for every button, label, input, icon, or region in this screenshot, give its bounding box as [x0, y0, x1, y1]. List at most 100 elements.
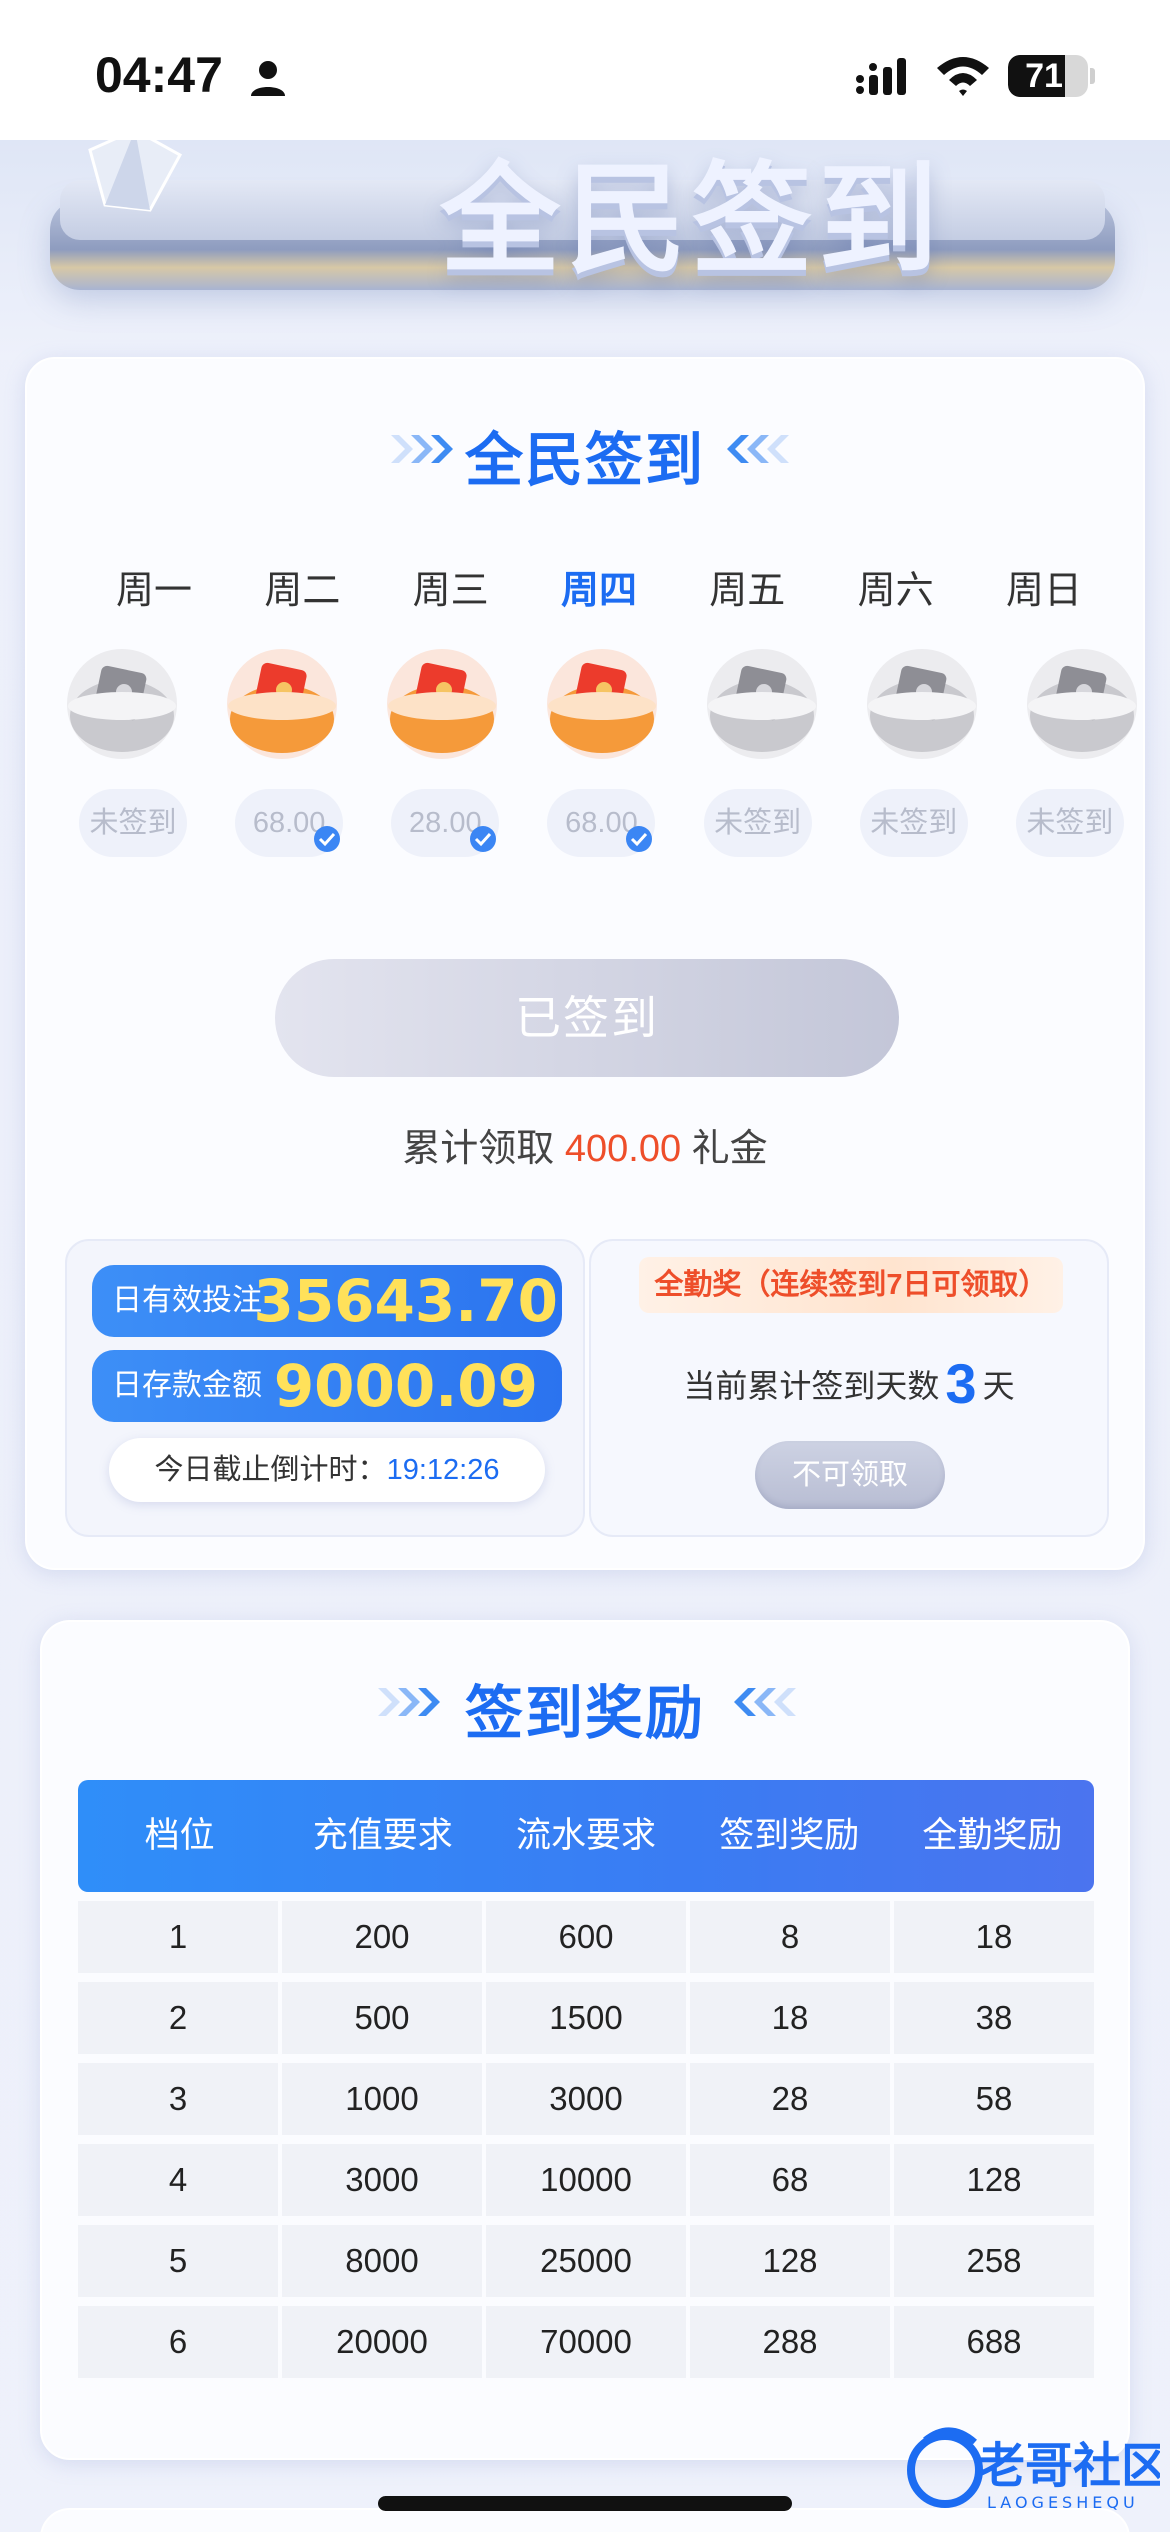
table-cell: 28 — [690, 2063, 890, 2135]
gray-envelope-orb-icon — [702, 644, 822, 764]
table-cell: 1500 — [486, 1982, 686, 2054]
table-cell: 3 — [78, 2063, 278, 2135]
table-cell: 128 — [894, 2144, 1094, 2216]
table-cell: 128 — [690, 2225, 890, 2297]
table-row: 5 8000 25000 128 258 — [78, 2225, 1094, 2297]
table-cell: 500 — [282, 1982, 482, 2054]
battery-level: 71 — [1025, 57, 1063, 95]
deposit-value: 9000.09 — [273, 1352, 538, 1420]
weekday-sun: 周日 — [1005, 570, 1082, 612]
days-suffix: 天 — [982, 1368, 1015, 1404]
table-cell: 3000 — [486, 2063, 686, 2135]
column-header-attendance-reward: 全勤奖励 — [922, 1816, 1063, 1855]
day-status-pill: 28.00 — [391, 789, 500, 857]
table-cell: 200 — [282, 1901, 482, 1973]
table-cell: 688 — [894, 2306, 1094, 2378]
total-prefix: 累计领取 — [402, 1128, 555, 1170]
day-status-pill: 未签到 — [1015, 789, 1124, 857]
table-cell: 600 — [486, 1901, 686, 1973]
table-cell: 2 — [78, 1982, 278, 2054]
claim-button[interactable]: 不可领取 — [755, 1441, 945, 1509]
day-status-pill: 68.00 — [235, 789, 344, 857]
table-cell: 10000 — [486, 2144, 686, 2216]
countdown-timer: 今日截止倒计时：19:12:26 — [109, 1438, 545, 1502]
day-status-row: 未签到 68.00 28.00 68.00 未签到 未签到 未签到 — [79, 789, 1124, 857]
status-time: 04:47 — [95, 47, 223, 103]
column-header-signin-reward: 签到奖励 — [719, 1816, 860, 1855]
rewards-card: 签到奖励 档位 充值要求 流水要求 签到奖励 全勤奖励 1 200 600 8 … — [40, 1620, 1130, 2460]
table-cell: 8 — [690, 1901, 890, 1973]
daily-stats-panel: 日有效投注 35643.70 日存款金额 9000.09 今日截止倒计时：19:… — [65, 1239, 585, 1537]
crystal-icon — [88, 140, 183, 212]
title-decoration-right-icon — [727, 435, 789, 463]
effective-bet-bar: 日有效投注 35643.70 — [92, 1265, 562, 1337]
rewards-title: 签到奖励 — [464, 1679, 705, 1747]
day-status-pill: 未签到 — [79, 789, 187, 857]
day-status-pill: 未签到 — [703, 789, 812, 857]
table-cell: 38 — [894, 1982, 1094, 2054]
person-icon — [251, 61, 285, 96]
day-status-text: 未签到 — [870, 807, 958, 839]
perfect-attendance-tag: 全勤奖（连续签到7日可领取） — [639, 1257, 1063, 1313]
table-cell: 20000 — [282, 2306, 482, 2378]
weekday-wed: 周三 — [412, 570, 489, 612]
day-status-text: 未签到 — [89, 807, 177, 839]
table-row: 6 20000 70000 288 688 — [78, 2306, 1094, 2378]
title-decoration-right-icon — [734, 1688, 796, 1716]
deposit-bar: 日存款金额 9000.09 — [92, 1350, 562, 1422]
column-header-deposit: 充值要求 — [312, 1816, 453, 1855]
table-row: 1 200 600 8 18 — [78, 1901, 1094, 1973]
check-badge-icon — [626, 826, 653, 852]
rewards-table: 档位 充值要求 流水要求 签到奖励 全勤奖励 1 200 600 8 18 2 … — [78, 1780, 1094, 2378]
watermark-logo-icon: 老哥社区 LAOGESHEQU — [907, 2427, 1160, 2512]
day-status-pill: 未签到 — [859, 789, 968, 857]
column-header-turnover: 流水要求 — [516, 1816, 657, 1855]
signin-card: 全民签到 周一 周二 周三 周四 周五 周六 周日 未签到 68.00 28.0… — [25, 357, 1145, 1570]
table-cell: 68 — [690, 2144, 890, 2216]
days-number: 3 — [945, 1352, 977, 1415]
table-cell: 288 — [690, 2306, 890, 2378]
table-row: 3 1000 3000 28 58 — [78, 2063, 1094, 2135]
table-cell: 8000 — [282, 2225, 482, 2297]
battery-tip — [1090, 68, 1095, 84]
table-cell: 1000 — [282, 2063, 482, 2135]
total-suffix: 礼金 — [691, 1128, 768, 1170]
table-cell: 18 — [690, 1982, 890, 2054]
signed-in-button[interactable]: 已签到 — [275, 959, 899, 1077]
reward-orb-row — [62, 644, 1142, 764]
effective-bet-value: 35643.70 — [253, 1267, 558, 1335]
table-cell: 3000 — [282, 2144, 482, 2216]
table-cell: 258 — [894, 2225, 1094, 2297]
gray-envelope-orb-icon — [62, 644, 182, 764]
signin-days-count: 当前累计签到天数 3 天 — [591, 1351, 1107, 1416]
gray-envelope-orb-icon — [1022, 644, 1142, 764]
countdown-label: 今日截止倒计时： — [154, 1454, 387, 1486]
weekday-fri: 周五 — [709, 570, 786, 612]
total-amount: 400.00 — [564, 1128, 682, 1170]
table-cell: 6 — [78, 2306, 278, 2378]
day-status-text: 未签到 — [714, 807, 802, 839]
column-header-tier: 档位 — [144, 1816, 215, 1855]
table-cell: 25000 — [486, 2225, 686, 2297]
day-status-text: 未签到 — [1026, 807, 1114, 839]
weekday-mon: 周一 — [115, 570, 192, 612]
table-cell: 70000 — [486, 2306, 686, 2378]
wifi-icon — [937, 57, 989, 96]
effective-bet-label: 日有效投注 — [112, 1284, 262, 1317]
table-cell: 58 — [894, 2063, 1094, 2135]
total-claimed: 累计领取 400.00 礼金 — [27, 1117, 1143, 1172]
deposit-label: 日存款金额 — [112, 1369, 262, 1402]
hero-banner: 全民签到 — [0, 140, 1170, 360]
weekday-thu: 周四 — [560, 570, 637, 612]
check-badge-icon — [470, 826, 497, 852]
day-status-pill: 68.00 — [547, 789, 656, 857]
gray-envelope-orb-icon — [862, 644, 982, 764]
table-header: 档位 充值要求 流水要求 签到奖励 全勤奖励 — [78, 1780, 1094, 1892]
perfect-attendance-panel: 全勤奖（连续签到7日可领取） 当前累计签到天数 3 天 不可领取 — [589, 1239, 1109, 1537]
check-badge-icon — [314, 826, 341, 852]
red-envelope-orb-icon — [382, 644, 502, 764]
table-cell: 1 — [78, 1901, 278, 1973]
home-indicator[interactable] — [378, 2496, 792, 2511]
weekday-sat: 周六 — [857, 570, 934, 612]
table-cell: 18 — [894, 1901, 1094, 1973]
